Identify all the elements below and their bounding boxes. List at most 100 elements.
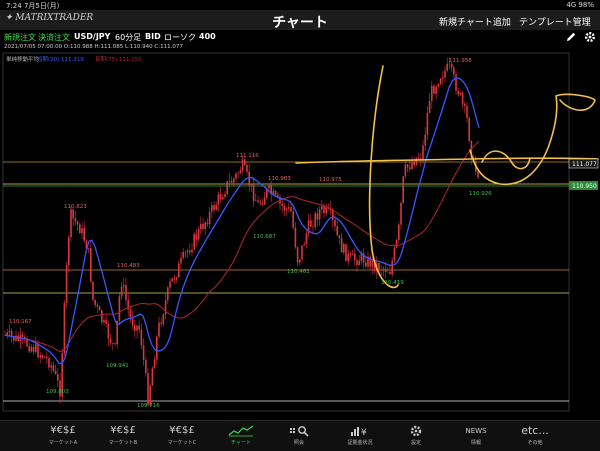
price-chart[interactable]: 単純移動平均 短期(20) 111.319 長期(75) 111.150 111… (0, 51, 600, 419)
candle-body (8, 330, 11, 333)
new-order-button[interactable]: 新規注文 (4, 32, 36, 43)
candle-body (316, 213, 319, 220)
candle-body (189, 250, 191, 253)
pencil-icon[interactable] (565, 31, 577, 45)
candle-body (228, 180, 231, 182)
candle-body (112, 343, 114, 344)
chart-type-select[interactable]: ローソク (164, 32, 196, 43)
candle-body (409, 167, 411, 170)
candle-body (191, 249, 193, 253)
tab-news[interactable]: NEWS 情報 (446, 421, 506, 451)
candle-body (431, 85, 433, 101)
etc-icon: etc... (521, 424, 549, 437)
status-bar: 7:24 7月5日(月) 4G 98% (0, 0, 600, 10)
candle-body (235, 173, 237, 179)
gear-icon[interactable] (584, 31, 596, 45)
candle-body (125, 285, 127, 301)
tab-margin-status[interactable]: ¥ 証拠金状況 (330, 421, 390, 451)
candle-body (81, 228, 83, 234)
candle-body (292, 211, 294, 228)
candle-body (107, 323, 110, 339)
candle-body (158, 322, 160, 337)
candle-body (415, 157, 418, 166)
bottom-tab-bar: ¥€$£ マーケットA ¥€$£ マーケットB ¥€$£ マーケットC チャート… (0, 420, 600, 451)
svg-text:¥: ¥ (361, 428, 367, 437)
tab-settings[interactable]: 設定 (386, 421, 446, 451)
line-price-value: 110.950 (572, 183, 597, 190)
add-chart-button[interactable]: 新規チャート追加 (439, 15, 511, 28)
label-r1: 110.926 (469, 191, 492, 197)
tab-other[interactable]: etc... その他 (505, 421, 565, 451)
currency-pair-select[interactable]: USD/JPY (74, 32, 110, 41)
tab-chart[interactable]: チャート (211, 421, 271, 451)
candle-body (263, 197, 266, 205)
candle-body (384, 268, 387, 273)
candle-body (323, 206, 325, 214)
candle-body (351, 253, 354, 255)
candle-body (230, 180, 233, 183)
title-bar: ✦ MATRIXTRADER チャート 新規チャート追加 テンプレート管理 (0, 10, 600, 31)
candle-body (92, 281, 94, 300)
candle-body (433, 85, 435, 94)
candle-body (283, 205, 286, 211)
candle-body (142, 345, 145, 360)
candle-body (354, 253, 356, 261)
candle-body (435, 86, 437, 94)
bar-count-select[interactable]: 400 (199, 32, 216, 41)
candle-body (98, 306, 101, 311)
candle-body (358, 260, 360, 266)
candle-body (404, 164, 407, 177)
settle-order-button[interactable]: 決済注文 (38, 32, 70, 43)
candle-body (318, 209, 321, 220)
candle-body (217, 194, 220, 205)
candle-body (468, 117, 470, 141)
candle-body (186, 250, 189, 253)
candle-body (208, 211, 211, 225)
interval-select[interactable]: 60分足 (115, 32, 141, 43)
candle-body (261, 203, 264, 205)
candle-body (83, 228, 85, 241)
candle-body (101, 310, 103, 323)
candle-body (389, 271, 391, 275)
candle-body (202, 223, 204, 230)
candle-body (406, 164, 409, 168)
candle-body (402, 176, 404, 203)
candle-body (398, 224, 400, 240)
candle-body (149, 385, 151, 405)
short-ma-label: 短期(20) 111.319 (37, 55, 84, 63)
candle-body (382, 268, 385, 270)
tab-market-a[interactable]: ¥€$£ マーケットA (33, 421, 93, 451)
candle-body (314, 213, 316, 228)
candle-body (393, 247, 396, 261)
candle-body (41, 355, 44, 358)
candle-body (136, 325, 138, 331)
candle-body (90, 248, 92, 282)
chart-toolbar: 新規注文 決済注文 USD/JPY 60分足 BID ローソク 400 (0, 30, 600, 44)
template-manage-button[interactable]: テンプレート管理 (519, 15, 591, 28)
candle-body (378, 263, 380, 270)
label-b3: 109.716 (137, 403, 160, 409)
candle-body (52, 365, 55, 371)
candle-body (103, 320, 105, 323)
candle-body (87, 248, 90, 249)
side-select[interactable]: BID (145, 32, 161, 41)
tab-inquiry[interactable]: 照会 (269, 421, 329, 451)
candle-body (380, 269, 382, 271)
candle-body (68, 237, 70, 266)
candle-body (257, 200, 259, 203)
tab-market-b[interactable]: ¥€$£ マーケットB (93, 421, 153, 451)
candle-body (340, 238, 343, 253)
candle-body (28, 346, 30, 352)
tab-market-c[interactable]: ¥€$£ マーケットC (152, 421, 212, 451)
long-ma-label: 長期(75) 111.150 (95, 56, 142, 63)
label-high: 111.958 (449, 58, 472, 64)
candle-body (411, 161, 413, 170)
candle-body (305, 233, 308, 245)
candle-body (437, 84, 440, 87)
candle-body (211, 205, 213, 212)
candle-body (426, 113, 429, 135)
candle-body (446, 63, 448, 71)
candle-body (184, 252, 187, 253)
candle-body (6, 332, 8, 335)
candle-body (422, 145, 424, 160)
